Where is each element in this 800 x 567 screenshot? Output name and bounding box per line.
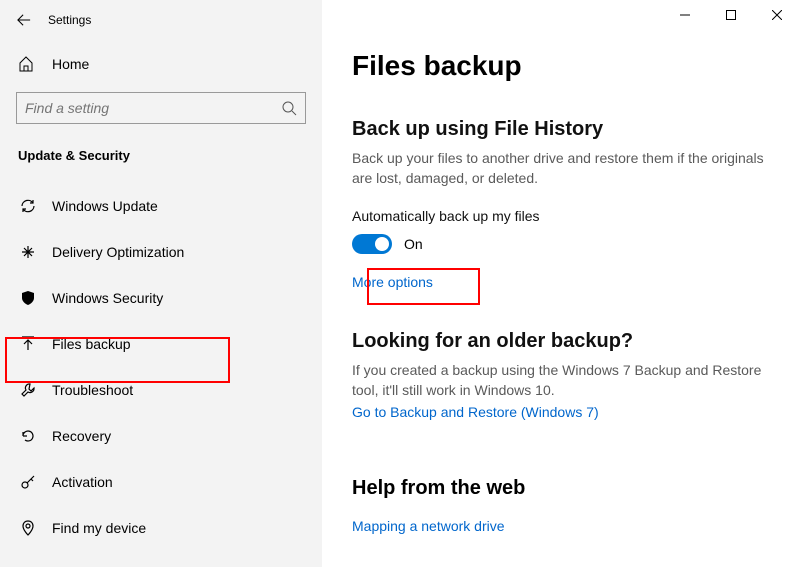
toggle-state: On — [404, 236, 423, 252]
page-title: Files backup — [352, 50, 770, 82]
search-input[interactable] — [16, 92, 306, 124]
section-title-file-history: Back up using File History — [352, 118, 770, 141]
sidebar-item-troubleshoot[interactable]: Troubleshoot — [0, 367, 322, 413]
section-desc: If you created a backup using the Window… — [352, 361, 770, 400]
recovery-icon — [18, 428, 38, 444]
sidebar-item-label: Recovery — [52, 428, 111, 444]
close-icon — [772, 10, 782, 20]
sync-icon — [18, 198, 38, 214]
back-button[interactable] — [0, 0, 48, 40]
sidebar-item-find-my-device[interactable]: Find my device — [0, 505, 322, 551]
sidebar-item-label: Activation — [52, 474, 113, 490]
sidebar-item-windows-update[interactable]: Windows Update — [0, 183, 322, 229]
search-icon — [281, 100, 297, 116]
sidebar-item-label: Windows Security — [52, 290, 163, 306]
sidebar-item-windows-security[interactable]: Windows Security — [0, 275, 322, 321]
location-icon — [18, 520, 38, 536]
minimize-button[interactable] — [662, 0, 708, 30]
setting-label: Automatically back up my files — [352, 208, 770, 224]
arrow-left-icon — [17, 13, 31, 27]
shield-icon — [18, 290, 38, 306]
sidebar-item-label: Troubleshoot — [52, 382, 133, 398]
sidebar-item-label: Windows Update — [52, 198, 158, 214]
home-button[interactable]: Home — [0, 44, 322, 84]
mapping-drive-link[interactable]: Mapping a network drive — [352, 518, 505, 534]
maximize-button[interactable] — [708, 0, 754, 30]
section-desc: Back up your files to another drive and … — [352, 149, 770, 188]
sidebar-item-label: Delivery Optimization — [52, 244, 184, 260]
search-field[interactable] — [25, 100, 281, 116]
minimize-icon — [680, 10, 690, 20]
more-options-link[interactable]: More options — [352, 274, 433, 290]
auto-backup-toggle[interactable] — [352, 234, 392, 254]
sidebar-item-delivery-optimization[interactable]: Delivery Optimization — [0, 229, 322, 275]
home-icon — [18, 56, 38, 72]
backup-icon — [18, 336, 38, 352]
sidebar-item-files-backup[interactable]: Files backup — [0, 321, 322, 367]
home-label: Home — [52, 56, 89, 72]
sidebar-item-activation[interactable]: Activation — [0, 459, 322, 505]
section-title-help: Help from the web — [352, 477, 770, 500]
key-icon — [18, 474, 38, 490]
close-button[interactable] — [754, 0, 800, 30]
delivery-icon — [18, 244, 38, 260]
maximize-icon — [726, 10, 736, 20]
sidebar-item-recovery[interactable]: Recovery — [0, 413, 322, 459]
sidebar-item-label: Find my device — [52, 520, 146, 536]
window-title: Settings — [48, 13, 91, 27]
section-title-older-backup: Looking for an older backup? — [352, 330, 770, 353]
backup-restore-link[interactable]: Go to Backup and Restore (Windows 7) — [352, 404, 599, 420]
sidebar-item-label: Files backup — [52, 336, 131, 352]
category-title: Update & Security — [0, 124, 322, 173]
wrench-icon — [18, 382, 38, 398]
